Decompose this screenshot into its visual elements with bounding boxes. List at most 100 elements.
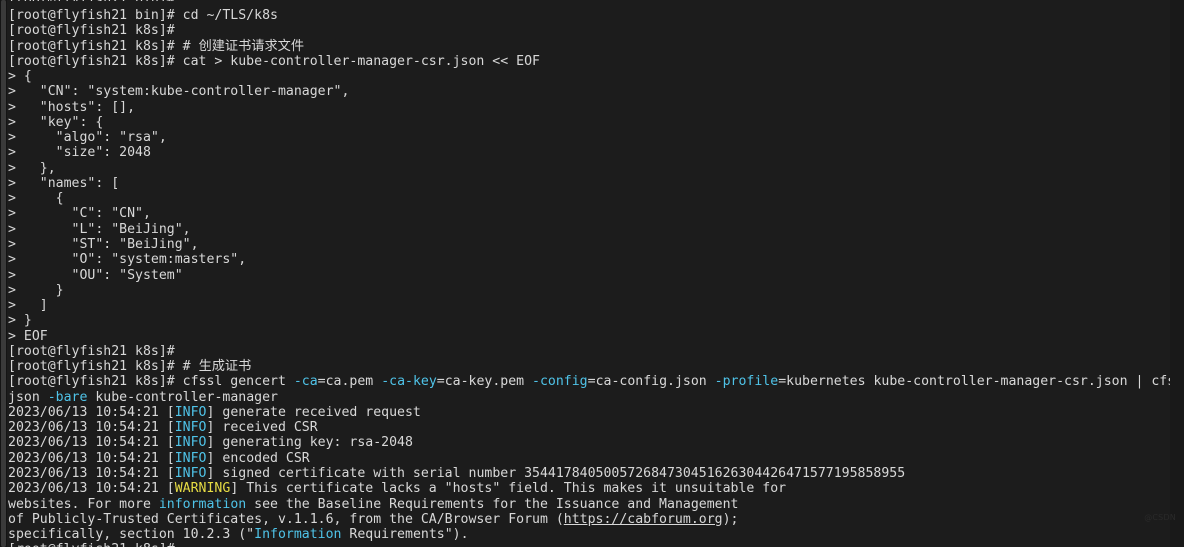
terminal-line: > "C": "CN",: [8, 206, 1170, 221]
terminal-line: > "key": {: [8, 115, 1170, 130]
terminal-line: > ]: [8, 298, 1170, 313]
terminal-line: > {: [8, 69, 1170, 84]
terminal-text-segment: 2023/06/13 10:54:21 [: [8, 435, 175, 451]
terminal-text-segment: ] generate received request: [206, 404, 421, 420]
scrollbar-thumb[interactable]: [1, 0, 6, 547]
terminal-scrollbar[interactable]: [0, 0, 7, 547]
terminal-line: [root@flyfish21 k8s]# # 创建证书请求文件: [8, 39, 1170, 54]
terminal-line: specifically, section 10.2.3 ("Informati…: [8, 527, 1170, 542]
terminal-text-segment: [root@flyfish21 k8s]# cat > kube-control…: [8, 53, 540, 69]
terminal-line: > "L": "BeiJing",: [8, 222, 1170, 237]
terminal-right-gutter: [1170, 0, 1184, 547]
terminal-line: 2023/06/13 10:54:21 [INFO] signed certif…: [8, 466, 1170, 481]
terminal-text-segment: Requirements").: [341, 527, 469, 543]
terminal-text-segment: > }: [8, 313, 32, 329]
terminal-line: > "CN": "system:kube-controller-manager"…: [8, 84, 1170, 99]
terminal-text-segment: > "ST": "BeiJing",: [8, 236, 199, 252]
watermark: @CSDN: [1144, 512, 1176, 522]
terminal-line: 2023/06/13 10:54:21 [INFO] generating ke…: [8, 435, 1170, 450]
terminal-text-segment: INFO: [174, 420, 207, 436]
terminal-text-segment: 生成证书: [198, 359, 252, 375]
terminal-text-segment: [root@flyfish21 k8s]#: [8, 343, 175, 359]
terminal-line: > "OU": "System": [8, 268, 1170, 283]
terminal-text-segment: [root@flyfish21 k8s]# #: [8, 38, 199, 54]
terminal-line: [root@flyfish21 k8s]#: [8, 542, 1170, 547]
terminal-line: json -bare kube-controller-manager: [8, 390, 1170, 405]
terminal-text-segment: json: [8, 389, 48, 405]
terminal-text-segment: [root@flyfish21 k8s]#: [8, 542, 175, 547]
terminal-line: [root@flyfish21 bin]#: [8, 0, 1170, 1]
terminal-text-segment: > {: [8, 191, 64, 207]
terminal-text-segment: 2023/06/13 10:54:21 [: [8, 465, 175, 481]
terminal-text-segment: =ca-config.json: [587, 374, 715, 390]
terminal-text-segment: =ca-key.pem: [436, 374, 533, 390]
terminal-text-segment: websites. For more: [8, 496, 159, 512]
terminal-text-segment: Information: [254, 527, 342, 543]
terminal-text-segment: > },: [8, 160, 56, 176]
terminal-text-segment: [root@flyfish21 bin]#: [8, 0, 175, 1]
terminal-line: [root@flyfish21 k8s]# cfssl gencert -ca=…: [8, 374, 1170, 389]
terminal-text-segment: =ca.pem: [317, 374, 382, 390]
terminal-line: [root@flyfish21 k8s]# # 生成证书: [8, 359, 1170, 374]
terminal-text-segment: ] received CSR: [206, 420, 318, 436]
terminal-text-segment: > "L": "BeiJing",: [8, 221, 191, 237]
terminal-text-segment: > {: [8, 69, 32, 85]
terminal-text-segment: =kubernetes kube-controller-manager-csr.…: [778, 374, 1170, 390]
terminal-text-segment: -bare: [47, 389, 88, 405]
terminal-text-segment: > ]: [8, 298, 48, 314]
terminal-text-segment: 2023/06/13 10:54:21 [: [8, 404, 175, 420]
terminal-line: > "hosts": [],: [8, 100, 1170, 115]
terminal-text-segment: specifically, section 10.2.3 (": [8, 527, 255, 543]
terminal-text-segment: information: [158, 496, 247, 512]
terminal-text-segment: );: [722, 511, 739, 527]
terminal-text-segment: > "CN": "system:kube-controller-manager"…: [8, 84, 350, 100]
terminal-text-segment: 2023/06/13 10:54:21 [: [8, 420, 175, 436]
terminal-text-segment: > }: [8, 282, 64, 298]
terminal-line: 2023/06/13 10:54:21 [INFO] encoded CSR: [8, 451, 1170, 466]
terminal-text-segment: INFO: [174, 435, 207, 451]
terminal-line: > EOF: [8, 329, 1170, 344]
terminal-text-segment: ] This certificate lacks a "hosts" field…: [230, 481, 787, 497]
terminal-line: > {: [8, 191, 1170, 206]
terminal-text-segment: WARNING: [174, 481, 231, 497]
terminal-text-segment: > "OU": "System": [8, 267, 183, 283]
terminal-line: > "names": [: [8, 176, 1170, 191]
terminal-line: > "ST": "BeiJing",: [8, 237, 1170, 252]
terminal-text-segment: [root@flyfish21 k8s]#: [8, 23, 175, 39]
terminal-line: [root@flyfish21 k8s]#: [8, 344, 1170, 359]
terminal-line: > }: [8, 313, 1170, 328]
terminal-text-segment: of Publicly-Trusted Certificates, v.1.1.…: [8, 511, 564, 527]
terminal-line: > }: [8, 283, 1170, 298]
terminal-line: > "algo": "rsa",: [8, 130, 1170, 145]
terminal-line: 2023/06/13 10:54:21 [INFO] received CSR: [8, 420, 1170, 435]
terminal-window: [root@flyfish21 bin]# [root@flyfish21 bin…: [0, 0, 1184, 547]
terminal-text-segment: kube-controller-manager: [87, 389, 278, 405]
terminal-text-segment: > "key": {: [8, 114, 104, 130]
terminal-text-segment: > "algo": "rsa",: [8, 130, 167, 146]
terminal-text-segment: -config: [532, 374, 588, 390]
terminal-line: 2023/06/13 10:54:21 [INFO] generate rece…: [8, 405, 1170, 420]
terminal-text-segment: > "O": "system:masters",: [8, 252, 247, 268]
terminal-line: > "size": 2048: [8, 145, 1170, 160]
terminal-text-segment: 2023/06/13 10:54:21 [: [8, 450, 175, 466]
terminal-text-segment: > "hosts": [],: [8, 99, 136, 115]
terminal-text-segment: 创建证书请求文件: [198, 38, 305, 54]
terminal-text-segment: INFO: [174, 404, 207, 420]
terminal-text-segment: ] generating key: rsa-2048: [206, 435, 413, 451]
terminal-line: > },: [8, 161, 1170, 176]
terminal-text-segment: see the Baseline Requirements for the Is…: [246, 496, 739, 512]
terminal-line: of Publicly-Trusted Certificates, v.1.1.…: [8, 512, 1170, 527]
terminal-text-segment[interactable]: https://cabforum.org: [564, 512, 723, 527]
terminal-text-segment: ] signed certificate with serial number …: [206, 465, 906, 481]
terminal-text-segment: > "C": "CN",: [8, 206, 151, 222]
terminal-text-segment: > EOF: [8, 328, 48, 344]
terminal-output[interactable]: [root@flyfish21 bin]# [root@flyfish21 bin…: [8, 0, 1170, 547]
terminal-line: [root@flyfish21 k8s]#: [8, 23, 1170, 38]
terminal-text-segment: > "size": 2048: [8, 145, 151, 161]
terminal-text-segment: -profile: [714, 374, 779, 390]
terminal-text-segment: [root@flyfish21 k8s]# cfssl gencert: [8, 374, 294, 390]
terminal-text-segment: INFO: [174, 465, 207, 481]
terminal-line: 2023/06/13 10:54:21 [WARNING] This certi…: [8, 481, 1170, 496]
terminal-text-segment: -ca: [293, 374, 318, 390]
terminal-line: [root@flyfish21 k8s]# cat > kube-control…: [8, 54, 1170, 69]
